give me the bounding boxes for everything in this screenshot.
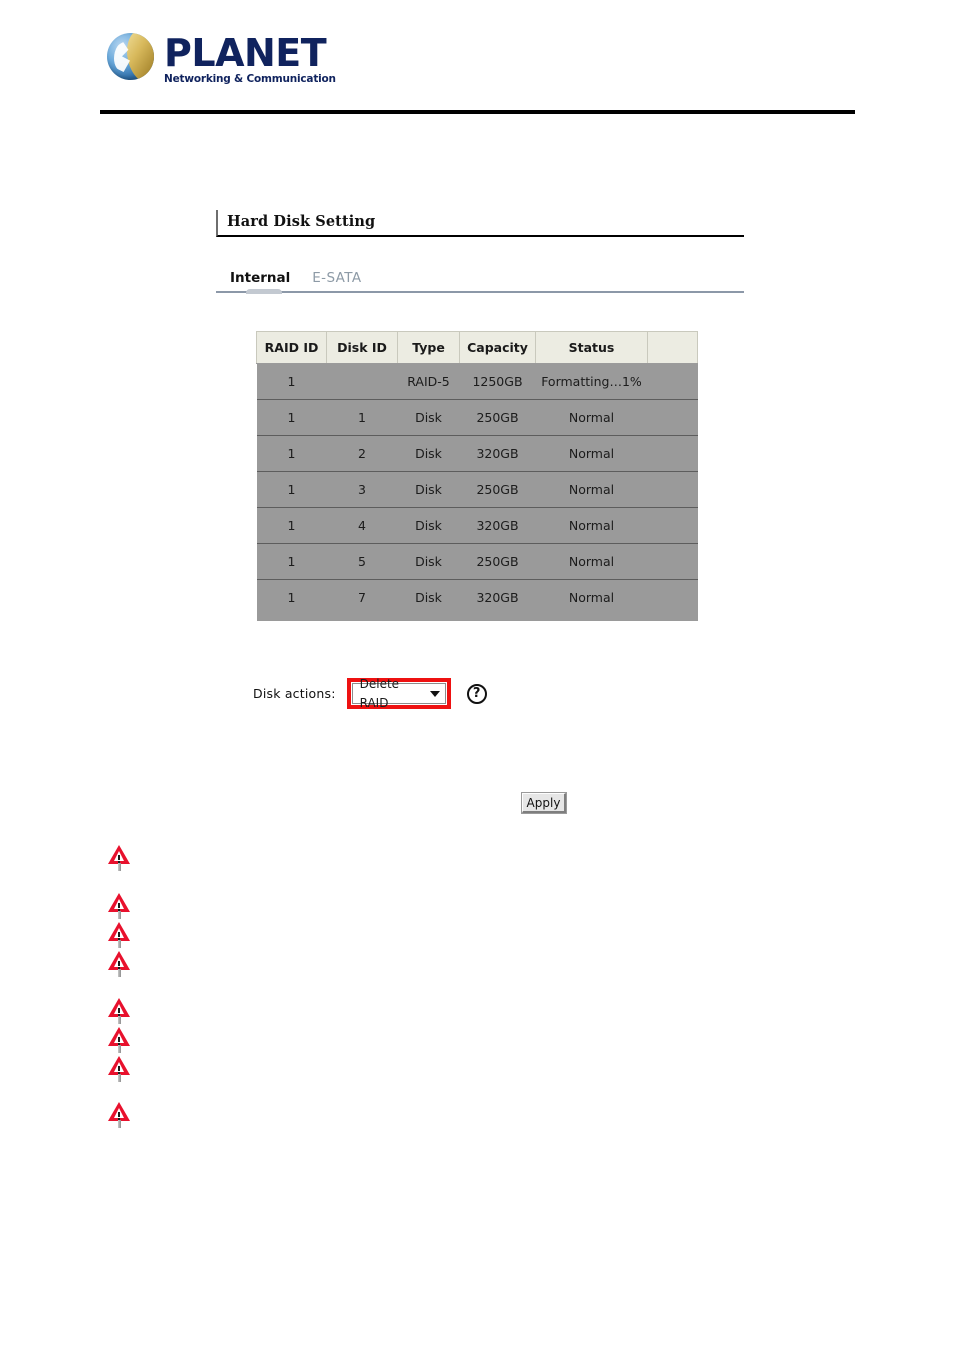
column-header-type: Type bbox=[397, 331, 460, 364]
cell-type: Disk bbox=[397, 435, 460, 472]
table-row[interactable]: 1 3 Disk 250GB Normal bbox=[256, 471, 698, 508]
cell-spacer bbox=[647, 579, 698, 621]
logo-wordmark-block: PLANET Networking & Communication bbox=[164, 34, 336, 85]
warning-icon bbox=[108, 998, 130, 1024]
disk-actions-highlight-box: Delete RAID bbox=[346, 677, 451, 710]
column-header-disk-id: Disk ID bbox=[326, 331, 398, 364]
column-header-spacer bbox=[647, 331, 698, 364]
cell-status: Normal bbox=[535, 435, 648, 472]
table-row[interactable]: 1 RAID-5 1250GB Formatting…1% bbox=[256, 363, 698, 400]
cell-capacity: 1250GB bbox=[459, 363, 536, 400]
cell-status: Formatting…1% bbox=[535, 363, 648, 400]
disk-actions-select[interactable]: Delete RAID bbox=[351, 677, 446, 710]
cell-disk-id: 2 bbox=[326, 435, 398, 472]
cell-capacity: 250GB bbox=[459, 471, 536, 508]
warning-icon bbox=[108, 922, 130, 948]
cell-spacer bbox=[647, 399, 698, 436]
cell-raid-id: 1 bbox=[256, 363, 327, 400]
apply-button[interactable]: Apply bbox=[522, 793, 566, 813]
cell-status: Normal bbox=[535, 579, 648, 621]
cell-capacity: 320GB bbox=[459, 435, 536, 472]
table-row[interactable]: 1 1 Disk 250GB Normal bbox=[256, 399, 698, 436]
disk-actions-label: Disk actions: bbox=[253, 686, 336, 701]
disk-actions-selected-value: Delete RAID bbox=[359, 676, 400, 710]
warning-triangle bbox=[108, 845, 130, 864]
help-icon[interactable]: ? bbox=[466, 683, 487, 704]
cell-status: Normal bbox=[535, 471, 648, 508]
warning-triangle bbox=[108, 922, 130, 941]
cell-capacity: 250GB bbox=[459, 543, 536, 580]
cell-capacity: 250GB bbox=[459, 399, 536, 436]
warning-triangle bbox=[108, 1056, 130, 1075]
cell-disk-id: 4 bbox=[326, 507, 398, 544]
warning-icon bbox=[108, 1056, 130, 1082]
chevron-down-icon bbox=[429, 690, 440, 697]
warning-icon bbox=[108, 893, 130, 919]
table-row[interactable]: 1 4 Disk 320GB Normal bbox=[256, 507, 698, 544]
cell-type: Disk bbox=[397, 399, 460, 436]
column-header-capacity: Capacity bbox=[459, 331, 536, 364]
cell-status: Normal bbox=[535, 507, 648, 544]
cell-raid-id: 1 bbox=[256, 471, 327, 508]
cell-disk-id: 3 bbox=[326, 471, 398, 508]
warning-triangle bbox=[108, 1102, 130, 1121]
tab-esata[interactable]: E-SATA bbox=[312, 269, 361, 287]
column-header-status: Status bbox=[535, 331, 648, 364]
disk-actions-row: Disk actions: Delete RAID ? bbox=[253, 677, 487, 710]
tab-bar: Internal E-SATA bbox=[216, 265, 744, 295]
warning-icon bbox=[108, 951, 130, 977]
cell-type: Disk bbox=[397, 507, 460, 544]
cell-disk-id: 1 bbox=[326, 399, 398, 436]
table-row[interactable]: 1 7 Disk 320GB Normal bbox=[256, 579, 698, 621]
header-divider bbox=[100, 110, 855, 114]
warning-triangle bbox=[108, 951, 130, 970]
brand-tagline: Networking & Communication bbox=[164, 73, 336, 85]
warning-triangle bbox=[108, 1027, 130, 1046]
warning-triangle bbox=[108, 893, 130, 912]
cell-type: Disk bbox=[397, 579, 460, 621]
planet-logo: PLANET Networking & Communication bbox=[107, 33, 336, 85]
planet-globe-icon bbox=[107, 33, 154, 80]
cell-capacity: 320GB bbox=[459, 507, 536, 544]
warning-icon bbox=[108, 1102, 130, 1128]
cell-status: Normal bbox=[535, 399, 648, 436]
brand-name: PLANET bbox=[164, 31, 327, 75]
warning-triangle bbox=[108, 998, 130, 1017]
cell-spacer bbox=[647, 435, 698, 472]
page-title: Hard Disk Setting bbox=[227, 213, 376, 230]
column-header-raid-id: RAID ID bbox=[256, 331, 327, 364]
cell-raid-id: 1 bbox=[256, 435, 327, 472]
cell-spacer bbox=[647, 507, 698, 544]
tab-underline bbox=[216, 291, 744, 293]
panel-heading: Hard Disk Setting bbox=[216, 210, 744, 237]
cell-spacer bbox=[647, 363, 698, 400]
warning-icon bbox=[108, 1027, 130, 1053]
cell-spacer bbox=[647, 543, 698, 580]
cell-status: Normal bbox=[535, 543, 648, 580]
table-row[interactable]: 1 2 Disk 320GB Normal bbox=[256, 435, 698, 472]
cell-capacity: 320GB bbox=[459, 579, 536, 621]
tab-underline-wrap bbox=[216, 289, 744, 295]
tab-internal[interactable]: Internal bbox=[230, 269, 290, 287]
cell-disk-id: 5 bbox=[326, 543, 398, 580]
cell-disk-id: 7 bbox=[326, 579, 398, 621]
warning-icon bbox=[108, 845, 130, 871]
cell-spacer bbox=[647, 471, 698, 508]
cell-raid-id: 1 bbox=[256, 543, 327, 580]
cell-raid-id: 1 bbox=[256, 579, 327, 621]
cell-type: Disk bbox=[397, 543, 460, 580]
cell-type: RAID-5 bbox=[397, 363, 460, 400]
table-row[interactable]: 1 5 Disk 250GB Normal bbox=[256, 543, 698, 580]
disk-table: RAID ID Disk ID Type Capacity Status 1 R… bbox=[256, 331, 698, 621]
cell-type: Disk bbox=[397, 471, 460, 508]
cell-disk-id bbox=[326, 363, 398, 400]
cell-raid-id: 1 bbox=[256, 507, 327, 544]
cell-raid-id: 1 bbox=[256, 399, 327, 436]
table-header-row: RAID ID Disk ID Type Capacity Status bbox=[256, 331, 698, 364]
tab-active-indicator bbox=[246, 289, 282, 294]
